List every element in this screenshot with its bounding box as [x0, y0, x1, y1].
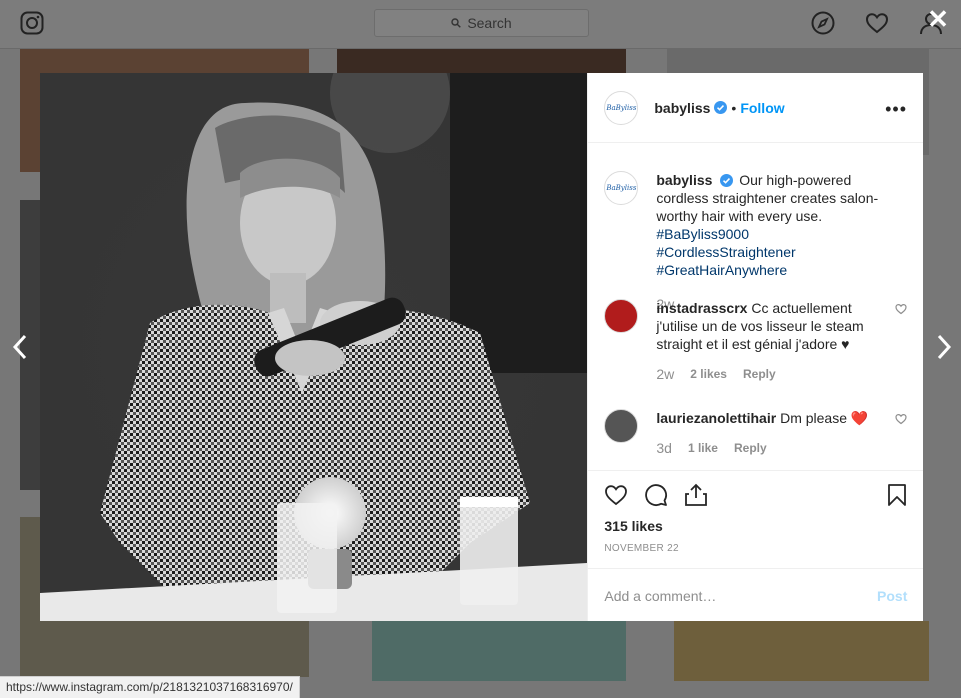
- caption-username[interactable]: babyliss: [656, 172, 712, 188]
- babyliss-logo-icon: BaByliss: [606, 184, 637, 192]
- add-comment-input[interactable]: Add a comment…: [604, 588, 877, 604]
- comment-text: Dm please ❤️: [780, 410, 869, 426]
- hashtag-link[interactable]: #GreatHairAnywhere: [656, 262, 787, 278]
- post-author-username[interactable]: babyliss: [654, 100, 710, 116]
- more-icon[interactable]: •••: [885, 99, 907, 120]
- reply-button[interactable]: Reply: [734, 439, 767, 457]
- comment-username[interactable]: lauriezanolettihair: [656, 410, 776, 426]
- post-comment-button[interactable]: Post: [877, 588, 907, 604]
- babyliss-logo-icon: BaByliss: [606, 103, 637, 112]
- post-actions: 315 likes NOVEMBER 22 Add a comment… Pos…: [588, 470, 924, 623]
- avatar[interactable]: [604, 409, 639, 443]
- comment-username[interactable]: instadrasscrx: [656, 300, 747, 316]
- comment-timestamp[interactable]: 3d: [656, 439, 672, 457]
- comments-list[interactable]: BaByliss babyliss Our high-powered cordl…: [588, 144, 923, 470]
- likes-count[interactable]: 315 likes: [604, 518, 662, 534]
- hashtag-link[interactable]: #CordlessStraightener: [656, 244, 795, 260]
- avatar[interactable]: [604, 299, 639, 333]
- bookmark-icon[interactable]: [885, 483, 909, 507]
- search-input[interactable]: Search: [374, 9, 589, 37]
- compass-icon[interactable]: [811, 11, 835, 35]
- separator-dot: •: [731, 99, 737, 116]
- like-comment-icon[interactable]: [895, 303, 907, 315]
- post-image: [40, 73, 588, 621]
- instagram-logo-icon[interactable]: [20, 11, 44, 35]
- post-details-panel: BaByliss babyliss • Follow ••• BaByliss …: [587, 73, 924, 623]
- background-post-tile[interactable]: [372, 621, 626, 681]
- avatar[interactable]: BaByliss: [604, 90, 639, 125]
- chevron-right-icon[interactable]: [931, 332, 955, 362]
- post-date[interactable]: NOVEMBER 22: [604, 543, 678, 554]
- avatar[interactable]: BaByliss: [604, 171, 639, 205]
- comment-likes-link[interactable]: 2 likes: [690, 365, 727, 383]
- comment-item: instadrasscrx Cc actuellement j'utilise …: [604, 299, 907, 383]
- verified-badge-icon: [714, 101, 728, 114]
- caption: BaByliss babyliss Our high-powered cordl…: [604, 171, 907, 313]
- top-navigation-bar: Search ✕: [0, 0, 961, 49]
- verified-badge-icon: [720, 174, 734, 187]
- post-header: BaByliss babyliss • Follow •••: [588, 73, 923, 143]
- status-bar-url: https://www.instagram.com/p/218132103716…: [0, 676, 300, 698]
- add-comment-section: Add a comment… Post: [588, 568, 924, 623]
- comment-likes-link[interactable]: 1 like: [688, 439, 718, 457]
- comment-item: lauriezanolettihair Dm please ❤️ 3d 1 li…: [604, 409, 907, 457]
- follow-button[interactable]: Follow: [740, 100, 784, 116]
- chevron-left-icon[interactable]: [9, 332, 33, 362]
- like-comment-icon[interactable]: [895, 413, 907, 425]
- comment-icon[interactable]: [644, 483, 668, 507]
- post-modal: BaByliss babyliss • Follow ••• BaByliss …: [40, 73, 924, 623]
- close-icon[interactable]: ✕: [925, 6, 951, 32]
- comment-timestamp[interactable]: 2w: [656, 365, 674, 383]
- share-icon[interactable]: [684, 483, 708, 507]
- hashtag-link[interactable]: #BaByliss9000: [656, 226, 749, 242]
- search-icon: [451, 18, 462, 28]
- post-photo[interactable]: [40, 73, 588, 621]
- like-icon[interactable]: [604, 483, 628, 507]
- search-placeholder: Search: [467, 15, 512, 31]
- heart-icon[interactable]: [865, 11, 889, 35]
- reply-button[interactable]: Reply: [743, 365, 776, 383]
- background-post-tile[interactable]: [674, 621, 929, 681]
